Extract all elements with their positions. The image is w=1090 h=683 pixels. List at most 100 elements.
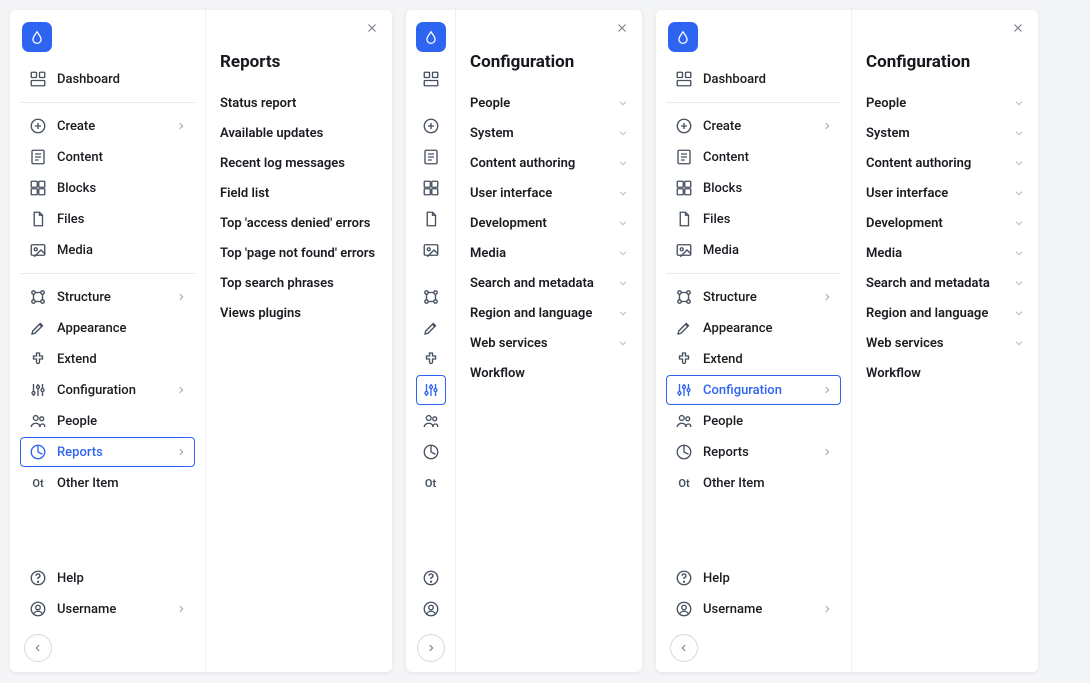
panel-item[interactable]: Top 'access denied' errors xyxy=(220,208,378,238)
app-logo[interactable] xyxy=(668,22,698,52)
sidebar-item-media[interactable]: Media xyxy=(416,235,446,265)
panel-item-label: Media xyxy=(470,246,506,261)
reports-icon xyxy=(422,443,440,461)
sidebar-item-extend[interactable]: Extend xyxy=(666,344,841,374)
panel-item[interactable]: Media xyxy=(470,238,628,268)
sidebar-item-files[interactable]: Files xyxy=(416,204,446,234)
collapse-sidebar-button[interactable] xyxy=(24,634,52,662)
sidebar-item-other[interactable]: Ot Other Item xyxy=(416,468,446,498)
sidebar-item-extend[interactable]: Extend xyxy=(416,344,446,374)
help-icon xyxy=(422,569,440,587)
close-button[interactable] xyxy=(362,18,382,38)
sidebar-item-people[interactable]: People xyxy=(416,406,446,436)
panel-item[interactable]: Top 'page not found' errors xyxy=(220,238,378,268)
sidebar-item-files[interactable]: Files xyxy=(20,204,195,234)
sidebar-item-label: Structure xyxy=(703,290,822,305)
sidebar-item-configuration[interactable]: Configuration xyxy=(416,375,446,405)
panel-item[interactable]: People xyxy=(470,88,628,118)
sidebar-item-structure[interactable]: Structure xyxy=(416,282,446,312)
sidebar-item-dashboard[interactable]: Dashboard xyxy=(666,64,841,94)
sidebar-item-extend[interactable]: Extend xyxy=(20,344,195,374)
panel-item[interactable]: Development xyxy=(866,208,1024,238)
panel-item[interactable]: Web services xyxy=(470,328,628,358)
panel-item[interactable]: Workflow xyxy=(470,358,628,388)
sidebar-item-help[interactable]: Help xyxy=(20,563,195,593)
sidebar-item-username[interactable]: Username xyxy=(416,594,446,624)
panel-item[interactable]: Available updates xyxy=(220,118,378,148)
sidebar-item-create[interactable]: Create xyxy=(416,111,446,141)
sidebar-item-content[interactable]: Content xyxy=(20,142,195,172)
sidebar-item-structure[interactable]: Structure xyxy=(20,282,195,312)
sidebar-item-help[interactable]: Help xyxy=(416,563,446,593)
sidebar-item-create[interactable]: Create xyxy=(20,111,195,141)
panel-item[interactable]: Search and metadata xyxy=(470,268,628,298)
panel-item[interactable]: System xyxy=(866,118,1024,148)
sidebar-item-dashboard[interactable]: Dashboard xyxy=(20,64,195,94)
panel-item[interactable]: Views plugins xyxy=(220,298,378,328)
sidebar-item-blocks[interactable]: Blocks xyxy=(416,173,446,203)
panel-item[interactable]: User interface xyxy=(866,178,1024,208)
panel-item[interactable]: Region and language xyxy=(866,298,1024,328)
sidebar-item-blocks[interactable]: Blocks xyxy=(666,173,841,203)
structure-icon xyxy=(422,288,440,306)
panel-item[interactable]: Region and language xyxy=(470,298,628,328)
reports-icon xyxy=(675,443,693,461)
sidebar-item-configuration[interactable]: Configuration xyxy=(20,375,195,405)
panel-item-label: Development xyxy=(866,216,943,231)
sidebar-item-help[interactable]: Help xyxy=(666,563,841,593)
sidebar-item-appearance[interactable]: Appearance xyxy=(20,313,195,343)
sidebar-item-structure[interactable]: Structure xyxy=(666,282,841,312)
sidebar-item-other[interactable]: Ot Other Item xyxy=(666,468,841,498)
sidebar-item-content[interactable]: Content xyxy=(416,142,446,172)
sidebar-item-people[interactable]: People xyxy=(666,406,841,436)
sidebar-item-configuration[interactable]: Configuration xyxy=(666,375,841,405)
panel-item[interactable]: Workflow xyxy=(866,358,1024,388)
app-logo[interactable] xyxy=(22,22,52,52)
sidebar-item-other[interactable]: Ot Other Item xyxy=(20,468,195,498)
sidebar-item-appearance[interactable]: Appearance xyxy=(666,313,841,343)
panel-item[interactable]: Web services xyxy=(866,328,1024,358)
panel-item[interactable]: People xyxy=(866,88,1024,118)
sidebar-item-media[interactable]: Media xyxy=(666,235,841,265)
panel-item-label: System xyxy=(470,126,514,141)
sidebar-item-media[interactable]: Media xyxy=(20,235,195,265)
structure-icon xyxy=(29,288,47,306)
sidebar-item-blocks[interactable]: Blocks xyxy=(20,173,195,203)
sidebar-item-people[interactable]: People xyxy=(20,406,195,436)
collapse-sidebar-button[interactable] xyxy=(670,634,698,662)
sidebar-item-files[interactable]: Files xyxy=(666,204,841,234)
panel-item[interactable]: Recent log messages xyxy=(220,148,378,178)
panel-item-label: People xyxy=(866,96,906,111)
chevron-down-icon xyxy=(1014,158,1024,168)
panel-item[interactable]: Development xyxy=(470,208,628,238)
configuration-icon xyxy=(675,381,693,399)
blocks-icon xyxy=(422,179,440,197)
sidebar-item-username[interactable]: Username xyxy=(20,594,195,624)
sidebar-item-dashboard[interactable]: Dashboard xyxy=(416,64,446,94)
sidebar-item-reports[interactable]: Reports xyxy=(666,437,841,467)
chevron-right-icon xyxy=(822,385,832,395)
panel-item[interactable]: User interface xyxy=(470,178,628,208)
sidebar-item-reports[interactable]: Reports xyxy=(416,437,446,467)
panel-item[interactable]: Content authoring xyxy=(866,148,1024,178)
sidebar-item-reports[interactable]: Reports xyxy=(20,437,195,467)
close-button[interactable] xyxy=(1008,18,1028,38)
panel-item[interactable]: Media xyxy=(866,238,1024,268)
close-button[interactable] xyxy=(612,18,632,38)
sidebar-item-appearance[interactable]: Appearance xyxy=(416,313,446,343)
panel-item[interactable]: Status report xyxy=(220,88,378,118)
panel-item[interactable]: Top search phrases xyxy=(220,268,378,298)
sidebar-item-label: Create xyxy=(57,119,176,134)
sidebar-item-label: People xyxy=(703,414,832,429)
sidebar-item-label: Other Item xyxy=(57,476,186,491)
panel-item[interactable]: System xyxy=(470,118,628,148)
help-icon xyxy=(29,569,47,587)
panel-item[interactable]: Field list xyxy=(220,178,378,208)
app-logo[interactable] xyxy=(416,22,446,52)
panel-item[interactable]: Content authoring xyxy=(470,148,628,178)
sidebar-item-username[interactable]: Username xyxy=(666,594,841,624)
panel-item[interactable]: Search and metadata xyxy=(866,268,1024,298)
collapse-sidebar-button[interactable] xyxy=(417,634,445,662)
sidebar-item-content[interactable]: Content xyxy=(666,142,841,172)
sidebar-item-create[interactable]: Create xyxy=(666,111,841,141)
